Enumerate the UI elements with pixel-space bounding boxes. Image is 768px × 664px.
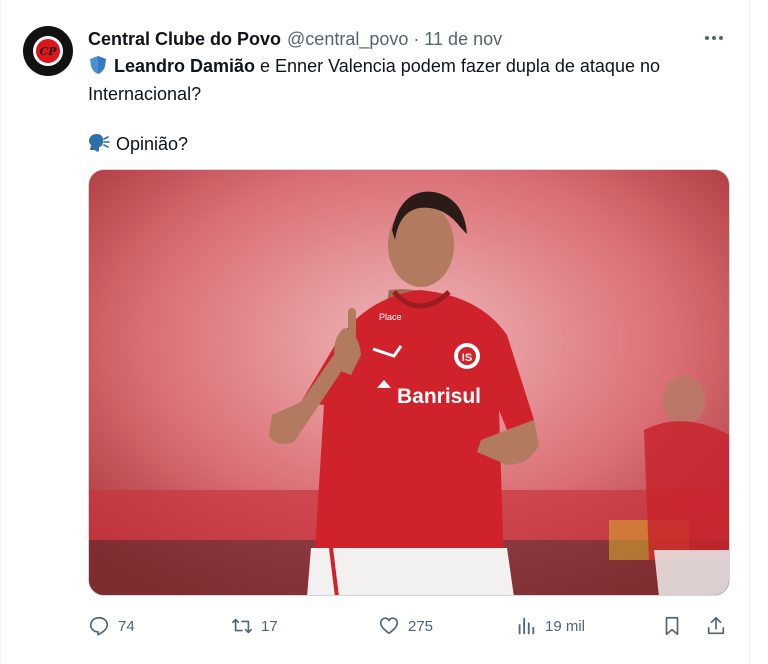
tweet-text-rest: e Enner Valencia podem fazer dupla de at…: [255, 56, 660, 76]
views-button[interactable]: 19 mil: [515, 615, 661, 637]
tweet-text-line1: Leandro Damião e Enner Valencia podem fa…: [88, 54, 728, 82]
views-icon: [518, 617, 535, 635]
separator-dot: ·: [413, 28, 420, 49]
reply-count: 74: [118, 617, 135, 635]
shirt-sponsor: Banrisul: [397, 385, 481, 408]
club-crest: IS: [462, 352, 472, 364]
tweet-card[interactable]: CP Central Clube do Povo @central_povo ·…: [0, 0, 750, 664]
like-count: 275: [408, 617, 434, 635]
mention-player: Leandro Damião: [114, 56, 256, 76]
sleeve-logo: Place: [379, 312, 402, 322]
author-name[interactable]: Central Clube do Povo: [88, 29, 281, 50]
share-icon: [707, 616, 725, 635]
tweet-actions: 74 17 275 19 mil: [88, 612, 733, 640]
tweet-date[interactable]: 11 de nov: [424, 29, 502, 50]
retweet-icon: [232, 618, 252, 634]
like-button[interactable]: 275: [378, 615, 515, 637]
reply-icon: [89, 616, 109, 636]
like-icon: [379, 617, 399, 635]
tweet-text-line2: Internacional?: [88, 84, 202, 104]
bookmark-button[interactable]: [661, 615, 705, 637]
avatar-logo: CP: [33, 36, 63, 66]
tweet-photo[interactable]: IS Place Banrisul: [88, 169, 730, 596]
bookmark-icon: [665, 616, 679, 636]
author-handle[interactable]: @central_povo: [287, 29, 408, 50]
tweet-header: Central Clube do Povo @central_povo · 11…: [88, 28, 719, 50]
shield-emoji-icon: [88, 55, 108, 82]
retweet-count: 17: [261, 617, 278, 635]
avatar[interactable]: CP: [23, 26, 73, 76]
retweet-button[interactable]: 17: [231, 615, 378, 637]
more-icon[interactable]: [699, 26, 729, 50]
view-count: 19 mil: [545, 617, 586, 635]
tweet-text-line3: Opinião?: [88, 132, 728, 160]
player-photo: IS Place Banrisul: [89, 170, 729, 595]
tweet-text: Leandro Damião e Enner Valencia podem fa…: [88, 54, 728, 160]
share-button[interactable]: [705, 615, 727, 637]
opinion-question: Opinião?: [116, 134, 189, 154]
speaking-head-icon: [88, 133, 110, 160]
reply-button[interactable]: 74: [88, 615, 231, 637]
